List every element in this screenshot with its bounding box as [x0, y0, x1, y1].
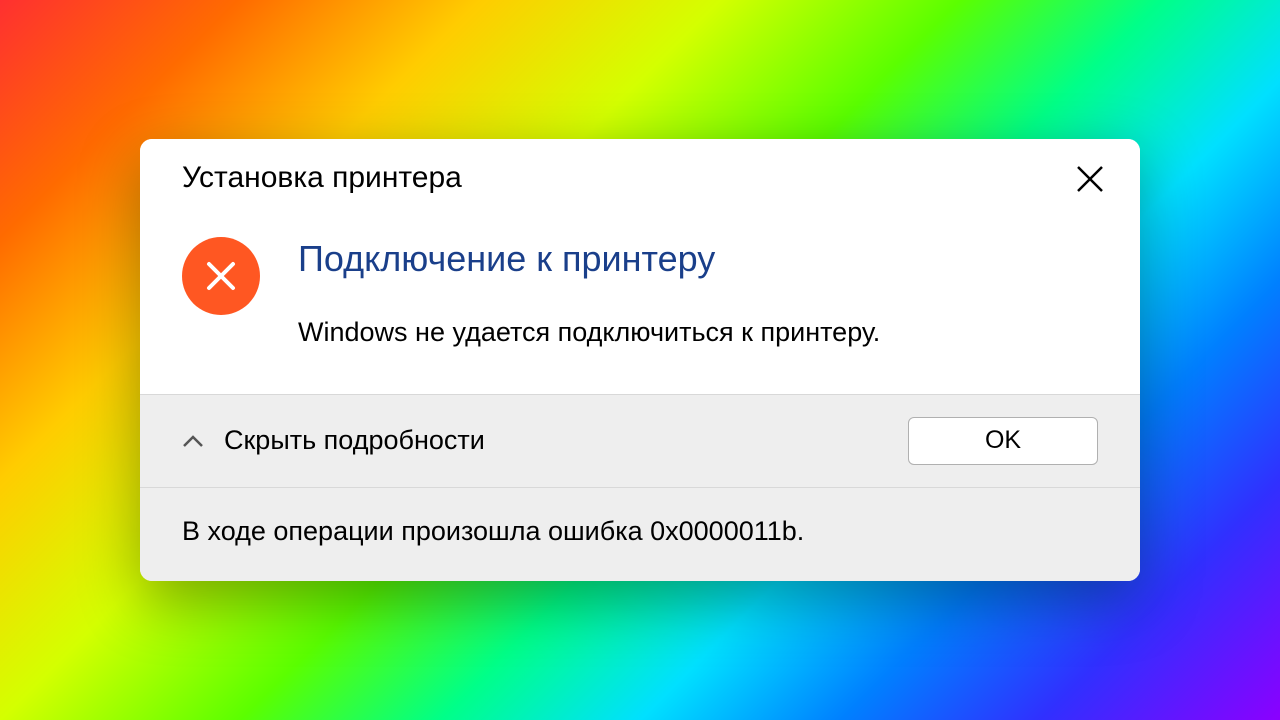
details-toggle-label: Скрыть подробности: [224, 425, 485, 456]
close-icon: [1075, 164, 1105, 194]
details-text: В ходе операции произошла ошибка 0x00000…: [182, 516, 804, 546]
error-message: Windows не удается подключиться к принте…: [298, 317, 1098, 348]
error-heading: Подключение к принтеру: [298, 237, 1098, 280]
dialog-title: Установка принтера: [182, 161, 462, 195]
chevron-up-icon: [182, 434, 204, 448]
dialog-content: Подключение к принтеру Windows не удаетс…: [140, 211, 1140, 393]
error-icon: [182, 237, 260, 315]
x-mark-icon: [203, 258, 239, 294]
error-dialog: Установка принтера Подключение к принтер…: [140, 139, 1140, 580]
dialog-actions: Скрыть подробности OK: [140, 394, 1140, 487]
details-toggle[interactable]: Скрыть подробности: [182, 425, 485, 456]
close-button[interactable]: [1068, 157, 1112, 201]
ok-button[interactable]: OK: [908, 417, 1098, 465]
details-panel: В ходе операции произошла ошибка 0x00000…: [140, 487, 1140, 581]
content-text-block: Подключение к принтеру Windows не удаетс…: [298, 237, 1098, 347]
dialog-titlebar: Установка принтера: [140, 139, 1140, 211]
